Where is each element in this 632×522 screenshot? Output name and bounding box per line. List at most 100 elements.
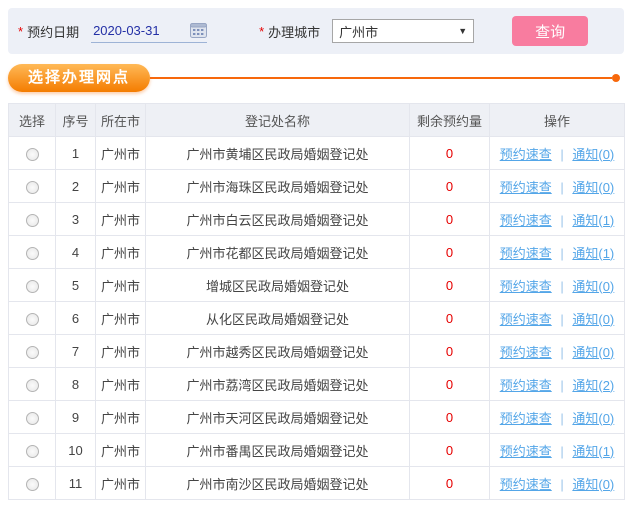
row-radio-button[interactable] bbox=[25, 147, 39, 161]
notification-link[interactable]: 通知(0) bbox=[572, 312, 614, 327]
remaining-quota: 0 bbox=[409, 202, 490, 236]
registry-name: 广州市花都区民政局婚姻登记处 bbox=[145, 235, 410, 269]
city-cell: 广州市 bbox=[95, 169, 146, 203]
sequence-number: 8 bbox=[55, 367, 96, 401]
registry-name: 广州市越秀区民政局婚姻登记处 bbox=[145, 334, 410, 368]
notification-link[interactable]: 通知(1) bbox=[572, 246, 614, 261]
city-label: 办理城市 bbox=[268, 24, 321, 40]
link-separator: | bbox=[560, 179, 564, 195]
section-header: 选择办理网点 bbox=[8, 63, 620, 93]
row-radio-button[interactable] bbox=[25, 180, 39, 194]
city-cell: 广州市 bbox=[95, 235, 146, 269]
table-row: 1 广州市 广州市黄埔区民政局婚姻登记处 0 预约速查 | 通知(0) bbox=[8, 136, 625, 170]
sequence-number: 5 bbox=[55, 268, 96, 302]
row-radio-button[interactable] bbox=[25, 246, 39, 260]
quick-check-link[interactable]: 预约速查 bbox=[500, 411, 552, 426]
quick-check-link[interactable]: 预约速查 bbox=[500, 477, 552, 492]
sequence-number: 10 bbox=[55, 433, 96, 467]
remaining-quota: 0 bbox=[409, 466, 490, 500]
sequence-number: 9 bbox=[55, 400, 96, 434]
table-row: 3 广州市 广州市白云区民政局婚姻登记处 0 预约速查 | 通知(1) bbox=[8, 202, 625, 236]
quick-check-link[interactable]: 预约速查 bbox=[500, 444, 552, 459]
quick-check-link[interactable]: 预约速查 bbox=[500, 246, 552, 261]
link-separator: | bbox=[560, 377, 564, 393]
operations-cell: 预约速查 | 通知(0) bbox=[489, 301, 625, 335]
notification-link[interactable]: 通知(0) bbox=[572, 147, 614, 162]
column-header: 序号 bbox=[55, 103, 96, 137]
table-row: 5 广州市 增城区民政局婚姻登记处 0 预约速查 | 通知(0) bbox=[8, 268, 625, 302]
remaining-quota: 0 bbox=[409, 400, 490, 434]
link-separator: | bbox=[560, 410, 564, 426]
link-separator: | bbox=[560, 212, 564, 228]
operations-cell: 预约速查 | 通知(1) bbox=[489, 235, 625, 269]
sequence-number: 4 bbox=[55, 235, 96, 269]
row-radio-button[interactable] bbox=[25, 378, 39, 392]
city-select[interactable]: 广州市 ▼ bbox=[332, 19, 475, 43]
notification-link[interactable]: 通知(2) bbox=[572, 378, 614, 393]
quick-check-link[interactable]: 预约速查 bbox=[500, 345, 552, 360]
registry-name: 广州市荔湾区民政局婚姻登记处 bbox=[145, 367, 410, 401]
remaining-quota: 0 bbox=[409, 235, 490, 269]
row-radio-button[interactable] bbox=[25, 213, 39, 227]
table-row: 7 广州市 广州市越秀区民政局婚姻登记处 0 预约速查 | 通知(0) bbox=[8, 334, 625, 368]
quick-check-link[interactable]: 预约速查 bbox=[500, 378, 552, 393]
remaining-quota: 0 bbox=[409, 136, 490, 170]
quick-check-link[interactable]: 预约速查 bbox=[500, 279, 552, 294]
select-cell bbox=[8, 400, 56, 434]
notification-link[interactable]: 通知(1) bbox=[572, 444, 614, 459]
row-radio-button[interactable] bbox=[25, 345, 39, 359]
select-cell bbox=[8, 136, 56, 170]
select-cell bbox=[8, 169, 56, 203]
link-separator: | bbox=[560, 278, 564, 294]
table-row: 2 广州市 广州市海珠区民政局婚姻登记处 0 预约速查 | 通知(0) bbox=[8, 169, 625, 203]
operations-cell: 预约速查 | 通知(2) bbox=[489, 367, 625, 401]
column-header: 选择 bbox=[8, 103, 56, 137]
remaining-quota: 0 bbox=[409, 268, 490, 302]
registry-name: 广州市番禺区民政局婚姻登记处 bbox=[145, 433, 410, 467]
table-row: 6 广州市 从化区民政局婚姻登记处 0 预约速查 | 通知(0) bbox=[8, 301, 625, 335]
sequence-number: 6 bbox=[55, 301, 96, 335]
link-separator: | bbox=[560, 476, 564, 492]
table-row: 8 广州市 广州市荔湾区民政局婚姻登记处 0 预约速查 | 通知(2) bbox=[8, 367, 625, 401]
city-cell: 广州市 bbox=[95, 400, 146, 434]
required-marker: * bbox=[259, 23, 265, 39]
registry-name: 广州市白云区民政局婚姻登记处 bbox=[145, 202, 410, 236]
sequence-number: 2 bbox=[55, 169, 96, 203]
notification-link[interactable]: 通知(0) bbox=[572, 477, 614, 492]
calendar-icon[interactable] bbox=[190, 23, 208, 38]
city-cell: 广州市 bbox=[95, 367, 146, 401]
row-radio-button[interactable] bbox=[25, 477, 39, 491]
operations-cell: 预约速查 | 通知(0) bbox=[489, 169, 625, 203]
required-marker: * bbox=[18, 23, 24, 39]
row-radio-button[interactable] bbox=[25, 411, 39, 425]
row-radio-button[interactable] bbox=[25, 444, 39, 458]
quick-check-link[interactable]: 预约速查 bbox=[500, 312, 552, 327]
operations-cell: 预约速查 | 通知(0) bbox=[489, 268, 625, 302]
city-field-group: * 办理城市 广州市 ▼ bbox=[259, 19, 475, 43]
city-cell: 广州市 bbox=[95, 301, 146, 335]
notification-link[interactable]: 通知(0) bbox=[572, 180, 614, 195]
query-button[interactable]: 查询 bbox=[512, 16, 589, 46]
date-input[interactable] bbox=[91, 23, 191, 38]
notification-link[interactable]: 通知(0) bbox=[572, 279, 614, 294]
row-radio-button[interactable] bbox=[25, 279, 39, 293]
quick-check-link[interactable]: 预约速查 bbox=[500, 147, 552, 162]
city-cell: 广州市 bbox=[95, 202, 146, 236]
sequence-number: 3 bbox=[55, 202, 96, 236]
quick-check-link[interactable]: 预约速查 bbox=[500, 213, 552, 228]
section-divider-line bbox=[150, 77, 612, 79]
quick-check-link[interactable]: 预约速查 bbox=[500, 180, 552, 195]
query-form-bar: * 预约日期 * 办理城市 广州市 ▼ 查询 bbox=[8, 8, 624, 54]
notification-link[interactable]: 通知(1) bbox=[572, 213, 614, 228]
select-cell bbox=[8, 202, 56, 236]
notification-link[interactable]: 通知(0) bbox=[572, 345, 614, 360]
select-cell bbox=[8, 466, 56, 500]
row-radio-button[interactable] bbox=[25, 312, 39, 326]
column-header: 所在市 bbox=[95, 103, 146, 137]
column-header: 登记处名称 bbox=[145, 103, 410, 137]
remaining-quota: 0 bbox=[409, 169, 490, 203]
select-cell bbox=[8, 268, 56, 302]
network-points-table: 选择 序号 所在市 登记处名称 剩余预约量 操作 1 广州市 广州市黄埔区民政局婚姻登记处… bbox=[8, 103, 625, 500]
sequence-number: 7 bbox=[55, 334, 96, 368]
notification-link[interactable]: 通知(0) bbox=[572, 411, 614, 426]
